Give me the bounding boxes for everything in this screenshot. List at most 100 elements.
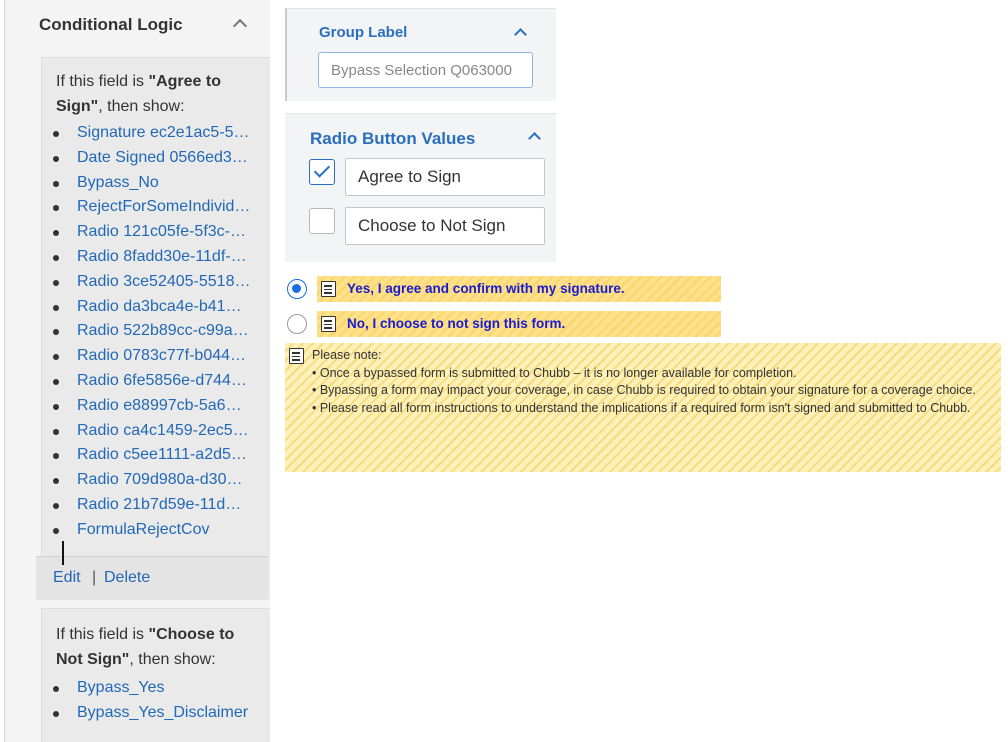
note-icon bbox=[321, 281, 336, 297]
target-field-link[interactable]: Bypass_Yes_Disclaimer bbox=[77, 704, 248, 721]
target-field-link[interactable]: Radio 8fadd30e-11df-… bbox=[77, 248, 247, 265]
target-field-link[interactable]: Radio ca4c1459-2ec5… bbox=[77, 422, 249, 439]
delete-link[interactable]: Delete bbox=[104, 569, 150, 587]
target-field-link[interactable]: Date Signed 0566ed3… bbox=[77, 149, 248, 166]
target-field-item: Radio 709d980a-d30… bbox=[50, 468, 265, 493]
target-field-item: FormulaRejectCov bbox=[50, 518, 265, 543]
target-field-link[interactable]: RejectForSomeIndivid… bbox=[77, 198, 250, 215]
bullet-icon bbox=[53, 205, 59, 212]
checkmark-icon bbox=[313, 161, 331, 178]
target-field-item: Radio 3ce52405-5518… bbox=[50, 270, 265, 295]
bullet-icon bbox=[53, 686, 59, 692]
target-field-item: Bypass_Yes bbox=[50, 676, 265, 701]
bullet-icon bbox=[53, 279, 59, 286]
chevron-up-icon[interactable] bbox=[514, 28, 527, 41]
note-line: Please note: bbox=[312, 348, 382, 362]
target-field-link[interactable]: Radio 121c05fe-5f3c-… bbox=[77, 223, 246, 240]
target-field-link[interactable]: Radio da3bca4e-b41… bbox=[77, 298, 242, 315]
bullet-icon bbox=[53, 131, 59, 137]
rule-condition-text: If this field is "Choose to Not Sign", t… bbox=[56, 622, 256, 672]
note-line: • Once a bypassed form is submitted to C… bbox=[312, 365, 797, 380]
group-label-input[interactable] bbox=[318, 52, 533, 88]
radio-value-input[interactable] bbox=[345, 158, 545, 196]
bullet-icon bbox=[53, 329, 59, 336]
disclaimer-note: Please note: • Once a bypassed form is s… bbox=[285, 343, 1001, 472]
target-field-link[interactable]: Radio 6fe5856e-d744… bbox=[77, 372, 247, 389]
target-field-link[interactable]: Radio 3ce52405-5518… bbox=[77, 273, 250, 290]
radio-option[interactable]: Yes, I agree and confirm with my signatu… bbox=[285, 276, 721, 302]
text-cursor bbox=[62, 541, 64, 565]
rule-prefix: If this field is bbox=[56, 73, 149, 90]
bullet-icon bbox=[53, 403, 59, 410]
target-field-link[interactable]: Radio 709d980a-d30… bbox=[77, 471, 242, 488]
target-field-item: Bypass_No bbox=[50, 171, 265, 196]
target-field-item: Radio e88997cb-5a6… bbox=[50, 394, 265, 419]
target-field-item: RejectForSomeIndivid… bbox=[50, 195, 265, 220]
rule-suffix: , then show: bbox=[98, 98, 185, 115]
bullet-icon bbox=[53, 428, 59, 435]
radio-option[interactable]: No, I choose to not sign this form. bbox=[285, 311, 721, 337]
radio-button-values-panel: Radio Button Values bbox=[285, 113, 556, 262]
bullet-icon bbox=[53, 710, 59, 717]
bullet-icon bbox=[53, 453, 59, 460]
option-label: Yes, I agree and confirm with my signatu… bbox=[347, 281, 625, 296]
target-field-item: Radio 522b89cc-c99a… bbox=[50, 319, 265, 344]
target-field-item: Bypass_Yes_Disclaimer bbox=[50, 701, 265, 726]
target-field-item: Date Signed 0566ed3… bbox=[50, 146, 265, 171]
option-label: No, I choose to not sign this form. bbox=[347, 316, 566, 331]
radio-selected-icon[interactable] bbox=[287, 279, 307, 299]
rule-suffix: , then show: bbox=[129, 651, 216, 668]
default-value-checkbox[interactable] bbox=[309, 208, 335, 234]
bullet-icon bbox=[53, 180, 59, 187]
target-field-item: Radio c5ee1111-a2d5… bbox=[50, 443, 265, 468]
target-field-link[interactable]: Radio c5ee1111-a2d5… bbox=[77, 446, 247, 463]
bullet-icon bbox=[53, 155, 59, 162]
target-field-link[interactable]: Radio 0783c77f-b044… bbox=[77, 347, 246, 364]
chevron-up-icon[interactable] bbox=[232, 18, 248, 34]
target-field-link[interactable]: Radio 21b7d59e-11d… bbox=[77, 496, 241, 513]
target-field-item: Radio da3bca4e-b41… bbox=[50, 295, 265, 320]
target-field-item: Radio ca4c1459-2ec5… bbox=[50, 419, 265, 444]
target-field-link[interactable]: FormulaRejectCov bbox=[77, 521, 209, 538]
radio-value-input[interactable] bbox=[345, 207, 545, 245]
target-field-link[interactable]: Bypass_Yes bbox=[77, 679, 164, 696]
rule-target-list: Signature ec2e1ac5-5… Date Signed 0566ed3… bbox=[50, 121, 265, 543]
note-text: Please note: • Once a bypassed form is s… bbox=[312, 347, 996, 418]
radio-unselected-icon[interactable] bbox=[287, 314, 307, 334]
bullet-icon bbox=[53, 478, 59, 485]
edit-link[interactable]: Edit bbox=[53, 569, 81, 587]
note-icon bbox=[289, 348, 304, 364]
conditional-logic-header[interactable]: Conditional Logic bbox=[5, 0, 270, 50]
target-field-link[interactable]: Signature ec2e1ac5-5… bbox=[77, 124, 250, 141]
rule-target-list: Bypass_Yes Bypass_Yes_Disclaimer bbox=[50, 676, 265, 726]
group-label-title: Group Label bbox=[319, 24, 408, 41]
target-field-link[interactable]: Radio e88997cb-5a6… bbox=[77, 397, 242, 414]
target-field-link[interactable]: Radio 522b89cc-c99a… bbox=[77, 322, 249, 339]
rule-condition-text: If this field is "Agree to Sign", then s… bbox=[56, 69, 256, 119]
target-field-item: Radio 8fadd30e-11df-… bbox=[50, 245, 265, 270]
rule-prefix: If this field is bbox=[56, 626, 149, 643]
option-highlight: No, I choose to not sign this form. bbox=[317, 311, 721, 337]
bullet-icon bbox=[53, 502, 59, 509]
bullet-icon bbox=[53, 354, 59, 361]
default-value-checkbox[interactable] bbox=[309, 159, 335, 185]
note-icon bbox=[321, 316, 336, 332]
radio-button-values-title: Radio Button Values bbox=[310, 129, 476, 148]
target-field-item: Radio 121c05fe-5f3c-… bbox=[50, 220, 265, 245]
target-field-item: Radio 21b7d59e-11d… bbox=[50, 493, 265, 518]
target-field-item: Radio 6fe5856e-d744… bbox=[50, 369, 265, 394]
bullet-icon bbox=[53, 527, 59, 534]
note-line: • Please read all form instructions to u… bbox=[312, 401, 971, 416]
bullet-icon bbox=[53, 230, 59, 237]
option-highlight: Yes, I agree and confirm with my signatu… bbox=[317, 276, 721, 302]
group-label-panel: Group Label bbox=[285, 8, 556, 101]
target-field-link[interactable]: Bypass_No bbox=[77, 174, 159, 191]
conditional-logic-title: Conditional Logic bbox=[39, 15, 183, 34]
bullet-icon bbox=[53, 304, 59, 311]
link-separator: | bbox=[92, 569, 97, 586]
note-line: • Bypassing a form may impact your cover… bbox=[312, 383, 976, 398]
target-field-item: Radio 0783c77f-b044… bbox=[50, 344, 265, 369]
target-field-item: Signature ec2e1ac5-5… bbox=[50, 121, 265, 146]
chevron-up-icon[interactable] bbox=[528, 132, 541, 145]
bullet-icon bbox=[53, 254, 59, 261]
